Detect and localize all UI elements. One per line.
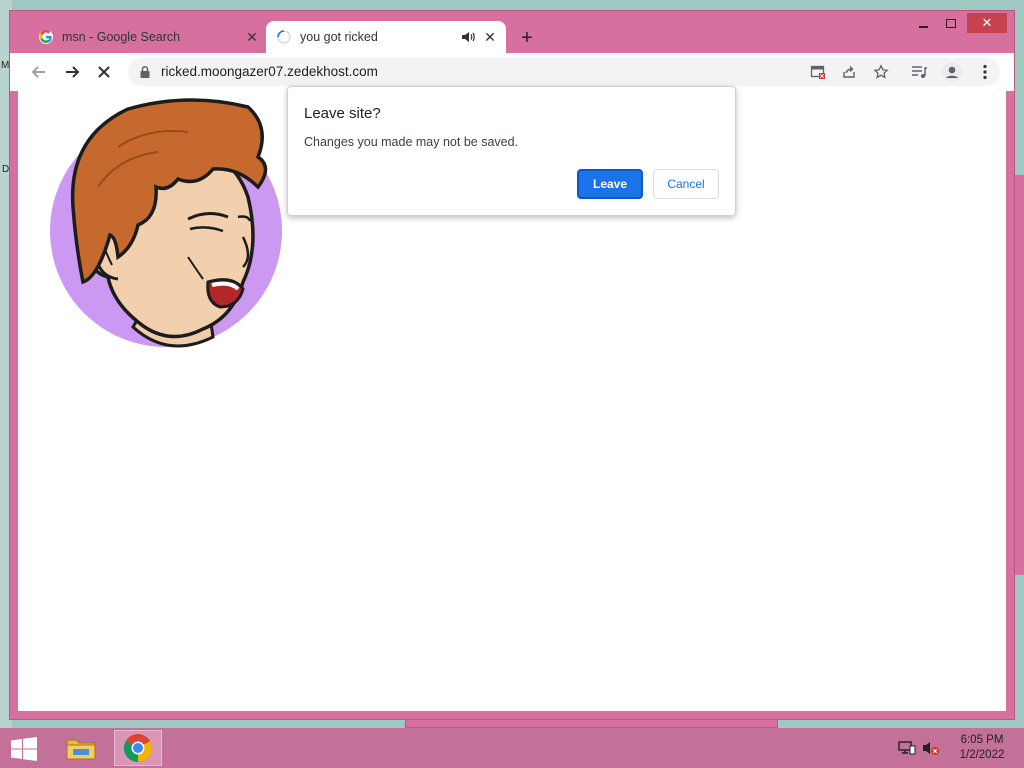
dialog-message: Changes you made may not be saved. bbox=[304, 135, 519, 149]
leave-site-dialog: Leave site? Changes you made may not be … bbox=[287, 86, 736, 216]
x-icon bbox=[98, 66, 110, 78]
dialog-title: Leave site? bbox=[304, 105, 381, 122]
windows-logo-icon[interactable] bbox=[10, 737, 38, 761]
profile-icon bbox=[942, 62, 962, 82]
tab-title: msn - Google Search bbox=[62, 30, 181, 44]
share-icon[interactable] bbox=[839, 62, 859, 82]
media-queue-button[interactable] bbox=[907, 60, 931, 84]
back-button[interactable] bbox=[27, 60, 51, 84]
leave-button[interactable]: Leave bbox=[577, 169, 643, 199]
loading-spinner-icon bbox=[277, 30, 291, 44]
close-icon[interactable]: ✕ bbox=[480, 27, 500, 47]
close-icon[interactable]: ✕ bbox=[242, 27, 262, 47]
url-text[interactable]: ricked.moongazer07.zedekhost.com bbox=[161, 64, 378, 79]
speaker-icon[interactable] bbox=[460, 29, 476, 45]
close-icon: ✕ bbox=[981, 15, 993, 30]
plus-icon: + bbox=[521, 26, 533, 49]
file-explorer-icon bbox=[66, 739, 96, 760]
new-tab-button[interactable]: + bbox=[516, 27, 538, 49]
tab-msn-google-search[interactable]: msn - Google Search ✕ bbox=[28, 21, 268, 53]
network-icon[interactable] bbox=[898, 740, 916, 756]
window-close-button[interactable]: ✕ bbox=[967, 13, 1007, 33]
system-clock[interactable]: 6:05 PM 1/2/2022 bbox=[950, 733, 1014, 763]
media-queue-icon bbox=[912, 66, 927, 78]
clock-time: 6:05 PM bbox=[960, 734, 1004, 746]
taskbar: 6:05 PM 1/2/2022 bbox=[0, 728, 1024, 768]
kebab-menu-icon bbox=[983, 64, 987, 80]
tab-you-got-ricked[interactable]: you got ricked ✕ bbox=[266, 21, 506, 53]
minimize-button[interactable] bbox=[910, 13, 936, 33]
forward-button[interactable] bbox=[60, 60, 84, 84]
title-bar[interactable]: msn - Google Search ✕ you got ricked ✕ +… bbox=[10, 11, 1014, 53]
kebab-menu-button[interactable] bbox=[973, 60, 997, 84]
lock-icon[interactable] bbox=[138, 65, 152, 79]
maximize-button[interactable] bbox=[938, 13, 964, 33]
maximize-icon bbox=[946, 18, 956, 28]
arrow-left-icon bbox=[31, 66, 45, 78]
tab-title: you got ricked bbox=[300, 30, 378, 44]
google-g-icon bbox=[39, 30, 53, 44]
stop-button[interactable] bbox=[92, 60, 116, 84]
popup-blocked-icon[interactable] bbox=[808, 62, 828, 82]
volume-muted-icon[interactable] bbox=[922, 740, 940, 756]
chrome-taskbar-button[interactable] bbox=[114, 730, 162, 766]
profile-button[interactable] bbox=[940, 60, 964, 84]
cartoon-face-illustration bbox=[50, 98, 282, 348]
clock-date: 1/2/2022 bbox=[959, 749, 1005, 761]
chrome-icon bbox=[124, 734, 152, 762]
cancel-button[interactable]: Cancel bbox=[653, 169, 719, 199]
file-explorer-taskbar-button[interactable] bbox=[57, 730, 105, 766]
arrow-right-icon bbox=[66, 66, 80, 78]
minimize-icon bbox=[918, 26, 928, 28]
address-bar[interactable]: ricked.moongazer07.zedekhost.com bbox=[128, 58, 1000, 86]
star-icon[interactable] bbox=[871, 62, 891, 82]
